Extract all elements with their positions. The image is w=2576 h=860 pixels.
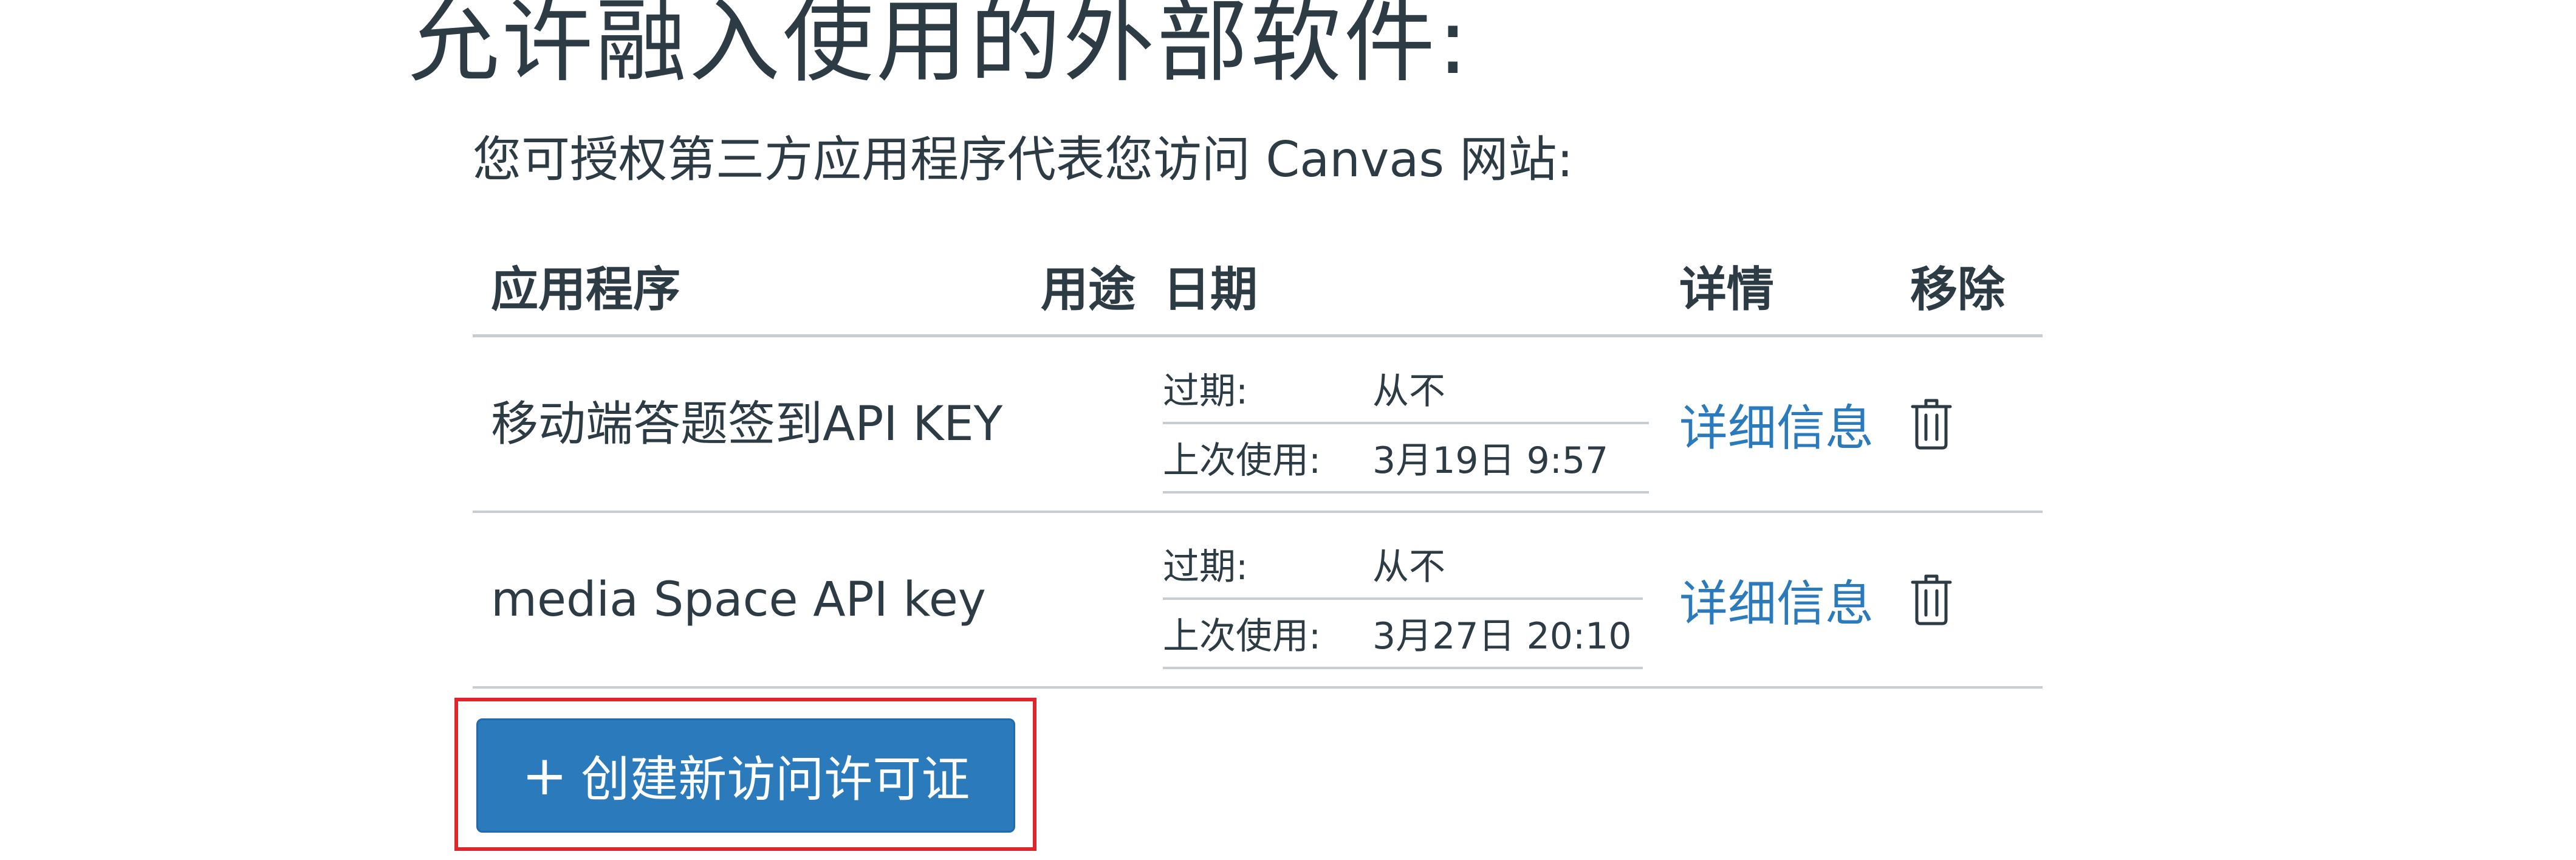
access-tokens-table: 应用程序 用途 日期 详情 移除 移动端答题签到API KEY 过期: 从不 上… [473,237,2043,689]
last-used-label: 上次使用: [1163,615,1321,658]
app-cell: media Space API key [473,512,1041,689]
last-used-line: 上次使用: 3月19日 9:57 [1163,424,1649,494]
column-header-remove: 移除 [1910,237,2043,337]
plus-icon: + [521,743,568,808]
last-used-label: 上次使用: [1163,439,1321,482]
intro-text: 您可授权第三方应用程序代表您访问 Canvas 网站: [473,131,1574,188]
table-body: 移动端答题签到API KEY 过期: 从不 上次使用: 3月19日 9:57 详… [473,335,2043,689]
trash-icon[interactable] [1910,396,1953,450]
column-header-app: 应用程序 [473,237,1041,337]
details-cell: 详细信息 [1679,335,1911,513]
date-cell: 过期: 从不 上次使用: 3月19日 9:57 [1163,335,1680,513]
column-header-details: 详情 [1679,237,1911,337]
table-row: 移动端答题签到API KEY 过期: 从不 上次使用: 3月19日 9:57 详… [473,335,2043,513]
last-used-line: 上次使用: 3月27日 20:10 [1163,600,1643,669]
page-title: 允许融入使用的外部软件: [408,0,1471,95]
create-token-highlight: + 创建新访问许可证 [454,698,1036,851]
details-link[interactable]: 详细信息 [1679,576,1874,632]
date-box: 过期: 从不 上次使用: 3月19日 9:57 [1163,355,1649,494]
column-header-purpose: 用途 [1041,237,1163,337]
app-cell: 移动端答题签到API KEY [473,335,1041,513]
last-used-value: 3月19日 9:57 [1372,439,1609,482]
column-header-date: 日期 [1163,237,1680,337]
purpose-cell [1041,512,1163,689]
last-used-value: 3月27日 20:10 [1372,615,1632,658]
expires-value: 从不 [1372,546,1446,588]
remove-cell [1910,512,2043,689]
expires-value: 从不 [1372,370,1446,413]
expires-label: 过期: [1163,546,1249,588]
expires-line: 过期: 从不 [1163,355,1649,424]
table-header: 应用程序 用途 日期 详情 移除 [473,237,2043,337]
table-row: media Space API key 过期: 从不 上次使用: 3月27日 2… [473,512,2043,689]
date-cell: 过期: 从不 上次使用: 3月27日 20:10 [1163,512,1680,689]
trash-icon[interactable] [1910,571,1953,626]
expires-line: 过期: 从不 [1163,531,1643,600]
expires-label: 过期: [1163,370,1249,413]
details-cell: 详细信息 [1679,512,1911,689]
app-name: media Space API key [491,572,986,627]
create-token-label: 创建新访问许可证 [581,751,970,808]
date-box: 过期: 从不 上次使用: 3月27日 20:10 [1163,531,1643,669]
remove-cell [1910,335,2043,513]
create-token-button[interactable]: + 创建新访问许可证 [476,718,1015,833]
table-header-row: 应用程序 用途 日期 详情 移除 [473,237,2043,337]
app-name: 移动端答题签到API KEY [491,396,1003,452]
details-link[interactable]: 详细信息 [1679,400,1874,456]
purpose-cell [1041,335,1163,513]
